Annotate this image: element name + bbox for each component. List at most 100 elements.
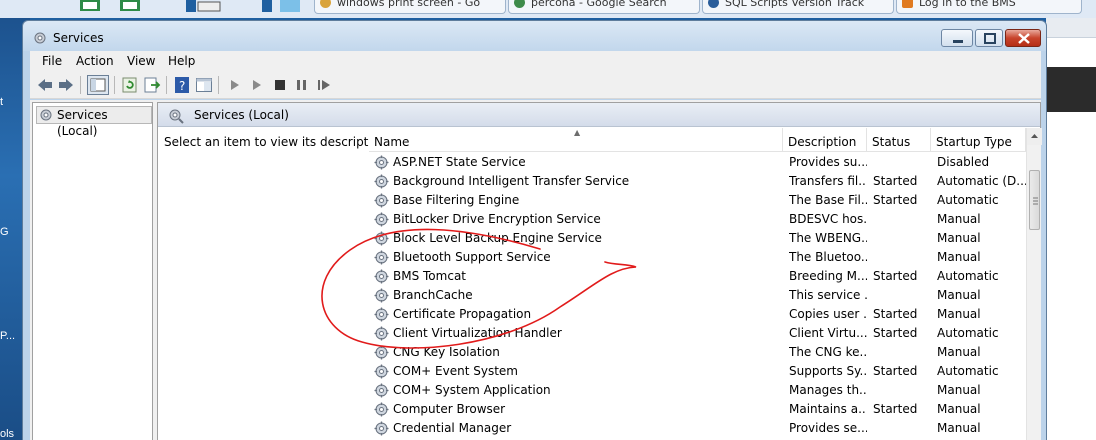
service-startup-type: Automatic (D...	[937, 174, 1026, 188]
table-row[interactable]: Certificate Propagation Copies user ... St…	[369, 305, 1026, 324]
service-status: Started	[873, 269, 918, 283]
menu-bar: File Action View Help	[30, 51, 1041, 71]
service-status: Started	[873, 193, 918, 207]
start-service-icon[interactable]	[226, 76, 244, 94]
start-service-alt-icon[interactable]	[248, 76, 266, 94]
table-row[interactable]: Computer Browser Maintains a... Started Man…	[369, 400, 1026, 419]
title-bar[interactable]: Services	[23, 21, 1046, 51]
back-arrow-icon[interactable]	[36, 76, 54, 94]
table-row[interactable]: BitLocker Drive Encryption Service BDESVC…	[369, 210, 1026, 229]
service-startup-type: Automatic	[937, 326, 999, 340]
service-description: This service ...	[789, 288, 867, 302]
desktop-label[interactable]: P...	[0, 330, 15, 342]
service-startup-type: Manual	[937, 288, 981, 302]
table-row[interactable]: BranchCache This service ... Manual	[369, 286, 1026, 305]
service-status: Started	[873, 326, 918, 340]
menu-help[interactable]: Help	[168, 54, 195, 68]
menu-view[interactable]: View	[127, 54, 155, 68]
service-status: Started	[873, 307, 918, 321]
desktop-label[interactable]: ols	[0, 428, 14, 440]
table-row[interactable]: ASP.NET State Service Provides su... Disab…	[369, 153, 1026, 172]
table-row[interactable]: COM+ System Application Manages th... Manu…	[369, 381, 1026, 400]
browser-tab[interactable]: Log in to the BMS	[896, 0, 1082, 14]
table-row[interactable]: Block Level Backup Engine Service The WBE…	[369, 229, 1026, 248]
scroll-thumb[interactable]	[1029, 170, 1040, 230]
service-gear-icon	[374, 250, 389, 265]
table-row[interactable]: Credential Manager Provides se... Manual	[369, 419, 1026, 438]
table-row[interactable]: CNG Key Isolation The CNG ke... Manual	[369, 343, 1026, 362]
help-icon[interactable]: ?	[173, 76, 191, 94]
service-startup-type: Automatic	[937, 193, 999, 207]
svg-text:?: ?	[179, 79, 185, 93]
service-name: Credential Manager	[393, 421, 512, 435]
vertical-scrollbar[interactable]	[1026, 128, 1042, 440]
spreadsheet-icon[interactable]	[118, 0, 142, 14]
service-startup-type: Manual	[937, 212, 981, 226]
service-gear-icon	[374, 288, 389, 303]
service-gear-icon	[374, 402, 389, 417]
service-description: Manages th...	[789, 383, 867, 397]
background-browser-toolbar	[1046, 18, 1096, 38]
minimize-button[interactable]	[941, 29, 973, 47]
service-name: BMS Tomcat	[393, 269, 466, 283]
pause-service-icon[interactable]	[293, 76, 311, 94]
show-hide-console-tree-icon[interactable]	[87, 75, 109, 95]
stop-service-icon[interactable]	[271, 76, 289, 94]
table-row[interactable]: Client Virtualization Handler Client Virt…	[369, 324, 1026, 343]
menu-action[interactable]: Action	[76, 54, 114, 68]
service-description: The Base Fil...	[789, 193, 867, 207]
description-prompt: Select an item to view its description.	[164, 135, 391, 149]
service-startup-type: Disabled	[937, 155, 990, 169]
browser-tab-label: percona - Google Search	[531, 0, 667, 9]
refresh-icon[interactable]	[121, 76, 139, 94]
desktop-label[interactable]: G	[0, 226, 9, 238]
background-browser-banner	[1046, 67, 1096, 112]
service-status: Started	[873, 174, 918, 188]
tree-item-services-local[interactable]: Services (Local)	[36, 106, 152, 138]
toolbar-separator	[114, 76, 115, 94]
toolbar: ?	[30, 71, 1041, 99]
restart-service-icon[interactable]	[315, 76, 333, 94]
table-row[interactable]: Base Filtering Engine The Base Fil... Star…	[369, 191, 1026, 210]
column-header-name[interactable]: Name	[369, 128, 783, 152]
minimize-icon	[953, 40, 963, 43]
toolbar-separator	[80, 76, 81, 94]
services-list: ▲ Name Description Status Startup Type A…	[369, 128, 1026, 440]
table-row[interactable]: BMS Tomcat Breeding M... Started Automatic	[369, 267, 1026, 286]
browser-tab[interactable]: percona - Google Search	[508, 0, 700, 14]
close-button[interactable]	[1005, 29, 1041, 47]
export-list-icon[interactable]	[143, 76, 161, 94]
window-title: Services	[53, 31, 104, 45]
service-name: CNG Key Isolation	[393, 345, 500, 359]
service-status: Started	[873, 402, 918, 416]
service-name: BitLocker Drive Encryption Service	[393, 212, 601, 226]
browser-favicon-icon	[514, 0, 525, 8]
column-header-startup-type[interactable]: Startup Type	[931, 128, 1026, 152]
browser-tab[interactable]: SQL Scripts Version Track	[702, 0, 894, 14]
table-row[interactable]: Bluetooth Support Service The Bluetoo... M…	[369, 248, 1026, 267]
maximize-button[interactable]	[975, 29, 1003, 47]
browser-tab[interactable]: windows print screen - Go	[314, 0, 506, 14]
forward-arrow-icon[interactable]	[57, 76, 75, 94]
service-name: ASP.NET State Service	[393, 155, 526, 169]
service-name: BranchCache	[393, 288, 473, 302]
service-gear-icon	[374, 307, 389, 322]
service-status: Started	[873, 364, 918, 378]
list-header: ▲ Name Description Status Startup Type	[369, 128, 1026, 152]
column-header-status[interactable]: Status	[867, 128, 931, 152]
service-description: The WBENG...	[789, 231, 867, 245]
table-row[interactable]: Background Intelligent Transfer Service T…	[369, 172, 1026, 191]
menu-file[interactable]: File	[42, 54, 62, 68]
column-header-description[interactable]: Description	[783, 128, 867, 152]
shortcut-icon[interactable]	[262, 0, 302, 14]
table-row[interactable]: COM+ Event System Supports Sy... Started Au…	[369, 362, 1026, 381]
browser-favicon-icon	[320, 0, 331, 8]
properties-pane-icon[interactable]	[195, 76, 213, 94]
close-icon	[1018, 33, 1030, 44]
spreadsheet-icon[interactable]	[78, 0, 102, 14]
keyboard-shortcut-icon[interactable]	[186, 0, 222, 14]
arrow-up-icon	[1031, 134, 1038, 138]
scroll-up-button[interactable]	[1027, 128, 1042, 145]
desktop-label[interactable]: t	[0, 96, 3, 108]
service-name: Certificate Propagation	[393, 307, 532, 321]
